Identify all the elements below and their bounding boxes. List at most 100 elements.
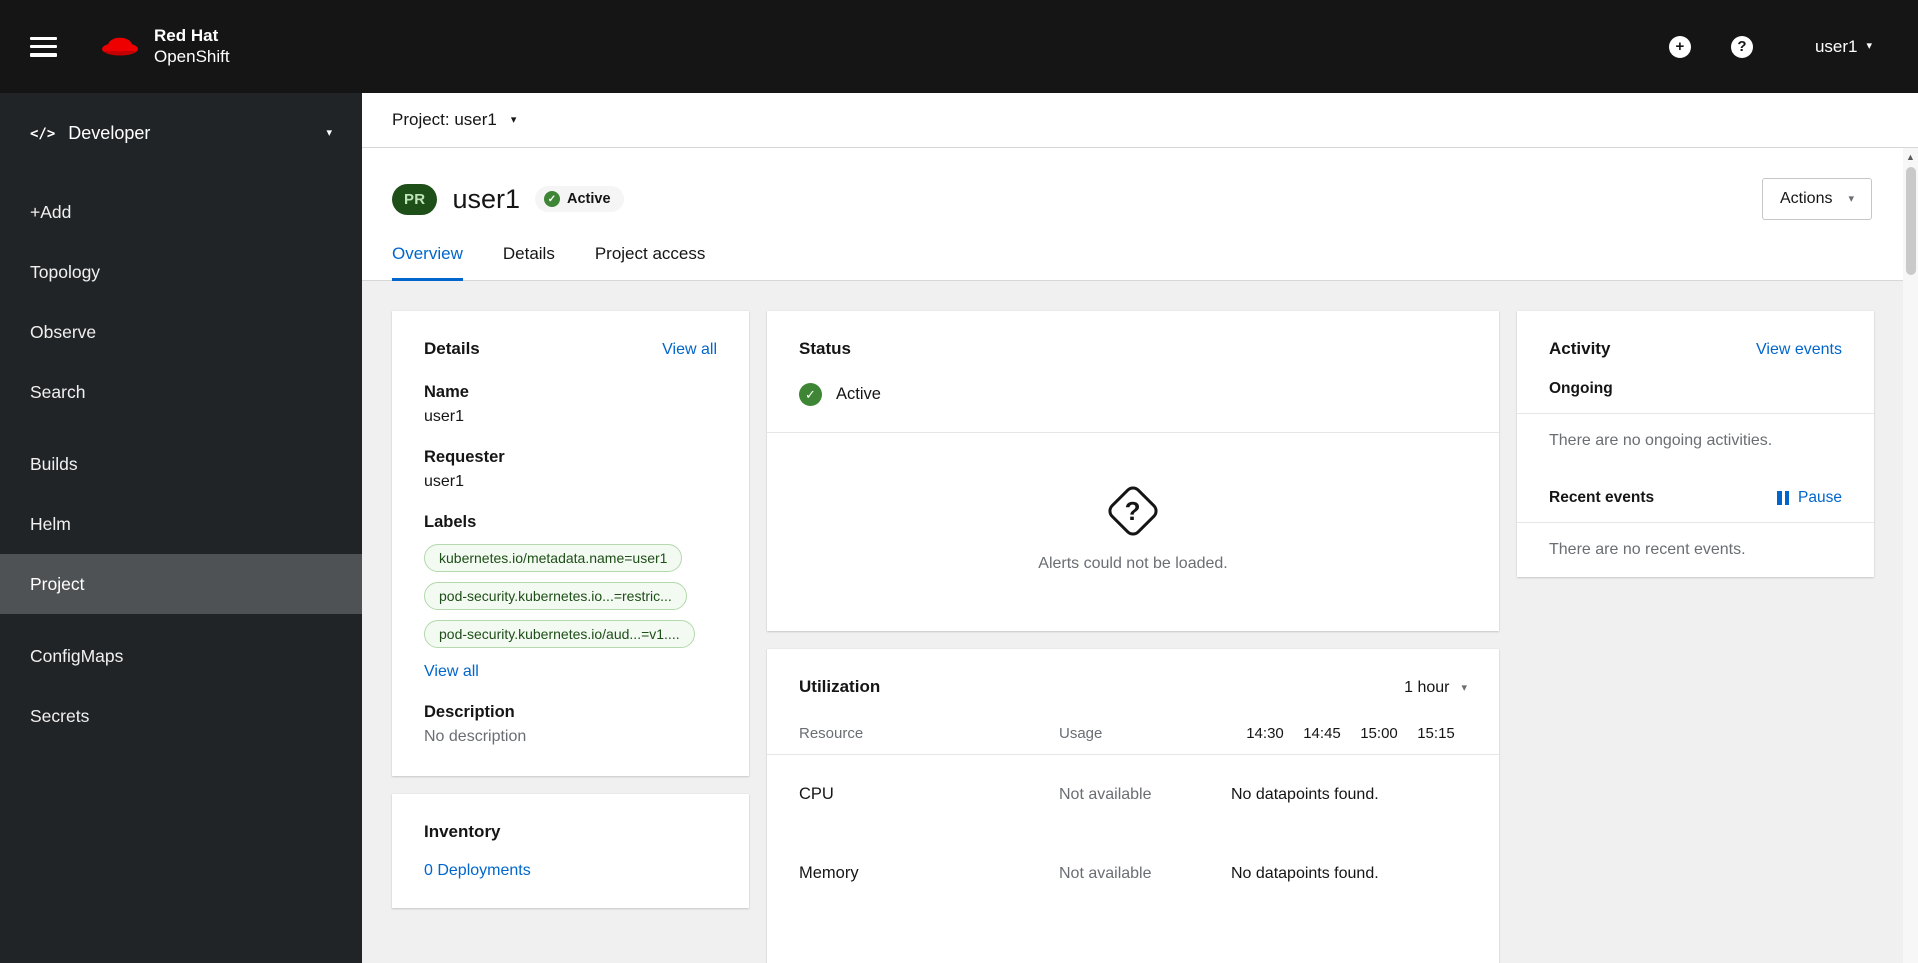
label-chip[interactable]: pod-security.kubernetes.io/aud...=v1.... <box>424 620 695 648</box>
alerts-empty-state: ? Alerts could not be loaded. <box>767 433 1499 631</box>
ongoing-section-title: Ongoing <box>1549 380 1613 397</box>
sidebar-item-observe[interactable]: Observe <box>0 302 362 362</box>
page-header: PR user1 ✓ Active Actions ▾ <box>362 148 1918 220</box>
actions-button-label: Actions <box>1780 190 1833 207</box>
resource-usage: Not available <box>1059 785 1152 803</box>
brand-line1: Red Hat <box>154 26 219 46</box>
sidebar: </> Developer ▾ +Add Topology Observe Se… <box>0 93 362 963</box>
nav-group: ConfigMaps Secrets <box>0 626 362 746</box>
resource-datapoints: No datapoints found. <box>1231 785 1379 803</box>
recent-events-section-title: Recent events <box>1549 489 1655 506</box>
check-circle-icon: ✓ <box>543 191 560 207</box>
usage-column-header: Usage <box>1059 725 1103 742</box>
utilization-row-cpu: CPU Not available No datapoints found. <box>767 755 1499 834</box>
activity-card: Activity View events Ongoing There are n… <box>1517 311 1874 577</box>
label-chip-list: kubernetes.io/metadata.name=user1 pod-se… <box>424 544 717 648</box>
status-row: ✓ Active <box>767 359 1499 432</box>
sidebar-item-search[interactable]: Search <box>0 362 362 422</box>
status-card: Status ✓ Active ? Alerts could not be lo… <box>767 311 1499 631</box>
project-selector[interactable]: Project: user1 ▾ <box>362 93 1918 148</box>
description-value: No description <box>424 728 527 745</box>
sidebar-item-topology[interactable]: Topology <box>0 242 362 302</box>
actions-button[interactable]: Actions ▾ <box>1762 178 1872 220</box>
nav-group: +Add Topology Observe Search <box>0 182 362 422</box>
tab-bar: Overview Details Project access <box>362 220 1918 281</box>
tab-overview[interactable]: Overview <box>392 244 463 281</box>
chevron-down-icon: ▾ <box>326 127 332 139</box>
alerts-message: Alerts could not be loaded. <box>1038 555 1228 572</box>
chevron-down-icon: ▾ <box>510 113 517 126</box>
tab-project-access[interactable]: Project access <box>595 244 706 280</box>
inventory-card: Inventory 0 Deployments <box>392 794 749 908</box>
sidebar-item-project[interactable]: Project <box>0 554 362 614</box>
sidebar-item-builds[interactable]: Builds <box>0 434 362 494</box>
name-label: Name <box>424 383 469 401</box>
status-badge: ✓ Active <box>534 186 624 212</box>
help-icon[interactable]: ? <box>1730 35 1753 58</box>
perspective-label: Developer <box>68 123 151 143</box>
duration-select[interactable]: 1 hour ▾ <box>1404 679 1467 697</box>
utilization-card-title: Utilization <box>799 677 881 696</box>
name-value: user1 <box>424 408 465 425</box>
details-view-all-link[interactable]: View all <box>662 341 717 359</box>
status-badge-label: Active <box>566 191 611 207</box>
time-tick: 14:45 <box>1303 725 1341 742</box>
developer-perspective-icon: </> <box>30 125 56 142</box>
label-chip[interactable]: pod-security.kubernetes.io...=restric... <box>424 582 687 610</box>
details-card-title: Details <box>424 339 480 358</box>
sidebar-item-add[interactable]: +Add <box>0 182 362 242</box>
time-tick: 15:00 <box>1360 725 1398 742</box>
project-selector-label: Project: user1 <box>392 110 497 129</box>
label-chip[interactable]: kubernetes.io/metadata.name=user1 <box>424 544 683 572</box>
details-card: Details View all Name user1 Requester us… <box>392 311 749 776</box>
sidebar-item-helm[interactable]: Helm <box>0 494 362 554</box>
resource-usage: Not available <box>1059 864 1152 882</box>
perspective-switcher[interactable]: </> Developer ▾ <box>0 93 362 166</box>
requester-value: user1 <box>424 473 465 490</box>
activity-card-title: Activity <box>1549 339 1611 358</box>
tab-details[interactable]: Details <box>503 244 555 280</box>
nav-group: Builds Helm Project <box>0 434 362 614</box>
brand-logo[interactable]: Red Hat OpenShift <box>99 26 230 67</box>
add-icon[interactable]: + <box>1668 35 1691 58</box>
utilization-card: Utilization 1 hour ▾ Resource Usage 14:3… <box>767 649 1499 963</box>
main-area: Project: user1 ▾ PR user1 ✓ Active Actio… <box>362 93 1918 963</box>
brand-text: Red Hat OpenShift <box>154 26 230 67</box>
scroll-up-arrow-icon[interactable]: ▲ <box>1903 148 1918 165</box>
recent-events-empty-message: There are no recent events. <box>1549 541 1746 558</box>
scrollbar-thumb[interactable] <box>1905 167 1916 275</box>
deployments-link[interactable]: 0 Deployments <box>392 842 749 908</box>
labels-view-all-link[interactable]: View all <box>424 663 479 681</box>
menu-icon[interactable] <box>30 36 57 57</box>
duration-select-value: 1 hour <box>1404 679 1450 696</box>
sidebar-item-configmaps[interactable]: ConfigMaps <box>0 626 362 686</box>
requester-label: Requester <box>424 448 505 466</box>
chevron-down-icon: ▾ <box>1866 40 1872 52</box>
page-title: user1 <box>452 183 520 214</box>
redhat-hat-icon <box>99 29 141 64</box>
resource-name: CPU <box>799 785 834 803</box>
view-events-link[interactable]: View events <box>1756 341 1842 359</box>
labels-label: Labels <box>424 513 477 531</box>
time-axis: 14:30 14:45 15:00 15:15 <box>1231 725 1467 742</box>
scrollbar[interactable]: ▲ <box>1903 148 1918 963</box>
inventory-card-title: Inventory <box>424 822 501 841</box>
pause-button[interactable]: Pause <box>1777 489 1842 507</box>
time-tick: 15:15 <box>1417 725 1455 742</box>
description-label: Description <box>424 703 515 721</box>
user-menu-label: user1 <box>1814 36 1858 56</box>
sidebar-nav: +Add Topology Observe Search Builds Helm… <box>0 182 362 746</box>
sidebar-item-secrets[interactable]: Secrets <box>0 686 362 746</box>
pause-button-label: Pause <box>1798 489 1842 506</box>
alerts-unavailable-icon: ? <box>1104 482 1162 540</box>
brand-line2: OpenShift <box>154 46 230 66</box>
masthead: Red Hat OpenShift + ? user1 ▾ <box>0 0 1918 93</box>
ongoing-empty-message: There are no ongoing activities. <box>1549 432 1773 449</box>
project-resource-badge: PR <box>392 183 438 215</box>
check-circle-icon: ✓ <box>799 383 822 406</box>
resource-column-header: Resource <box>799 725 864 742</box>
user-menu[interactable]: user1 ▾ <box>1815 37 1872 57</box>
status-card-title: Status <box>799 339 851 358</box>
overview-content: Details View all Name user1 Requester us… <box>362 281 1918 963</box>
chevron-down-icon: ▾ <box>1848 192 1854 205</box>
